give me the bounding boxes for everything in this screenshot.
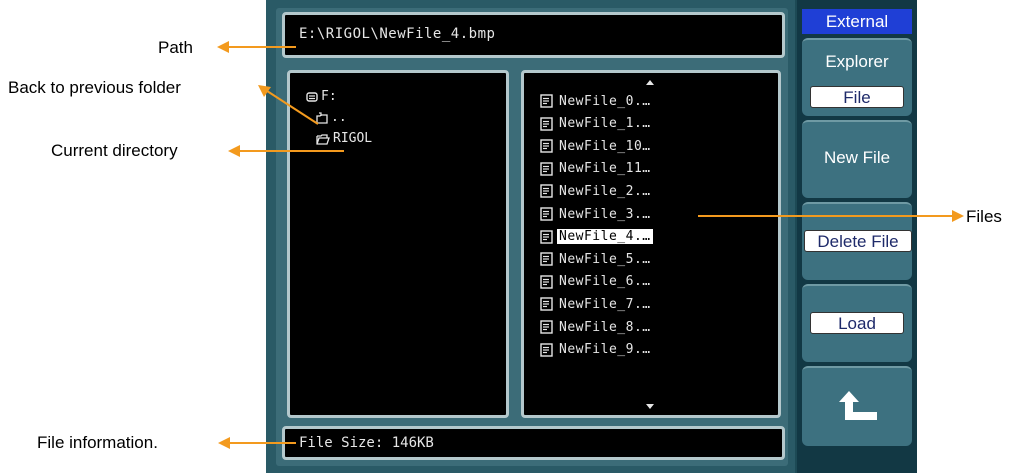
arrow-current-dir-head	[228, 145, 240, 157]
arrow-back-head	[258, 85, 271, 97]
arrow-back-line	[263, 88, 319, 125]
arrow-path-head	[217, 41, 229, 53]
annotation-arrows	[217, 41, 964, 449]
arrow-file-info-head	[218, 437, 230, 449]
arrow-files-head	[952, 210, 964, 222]
